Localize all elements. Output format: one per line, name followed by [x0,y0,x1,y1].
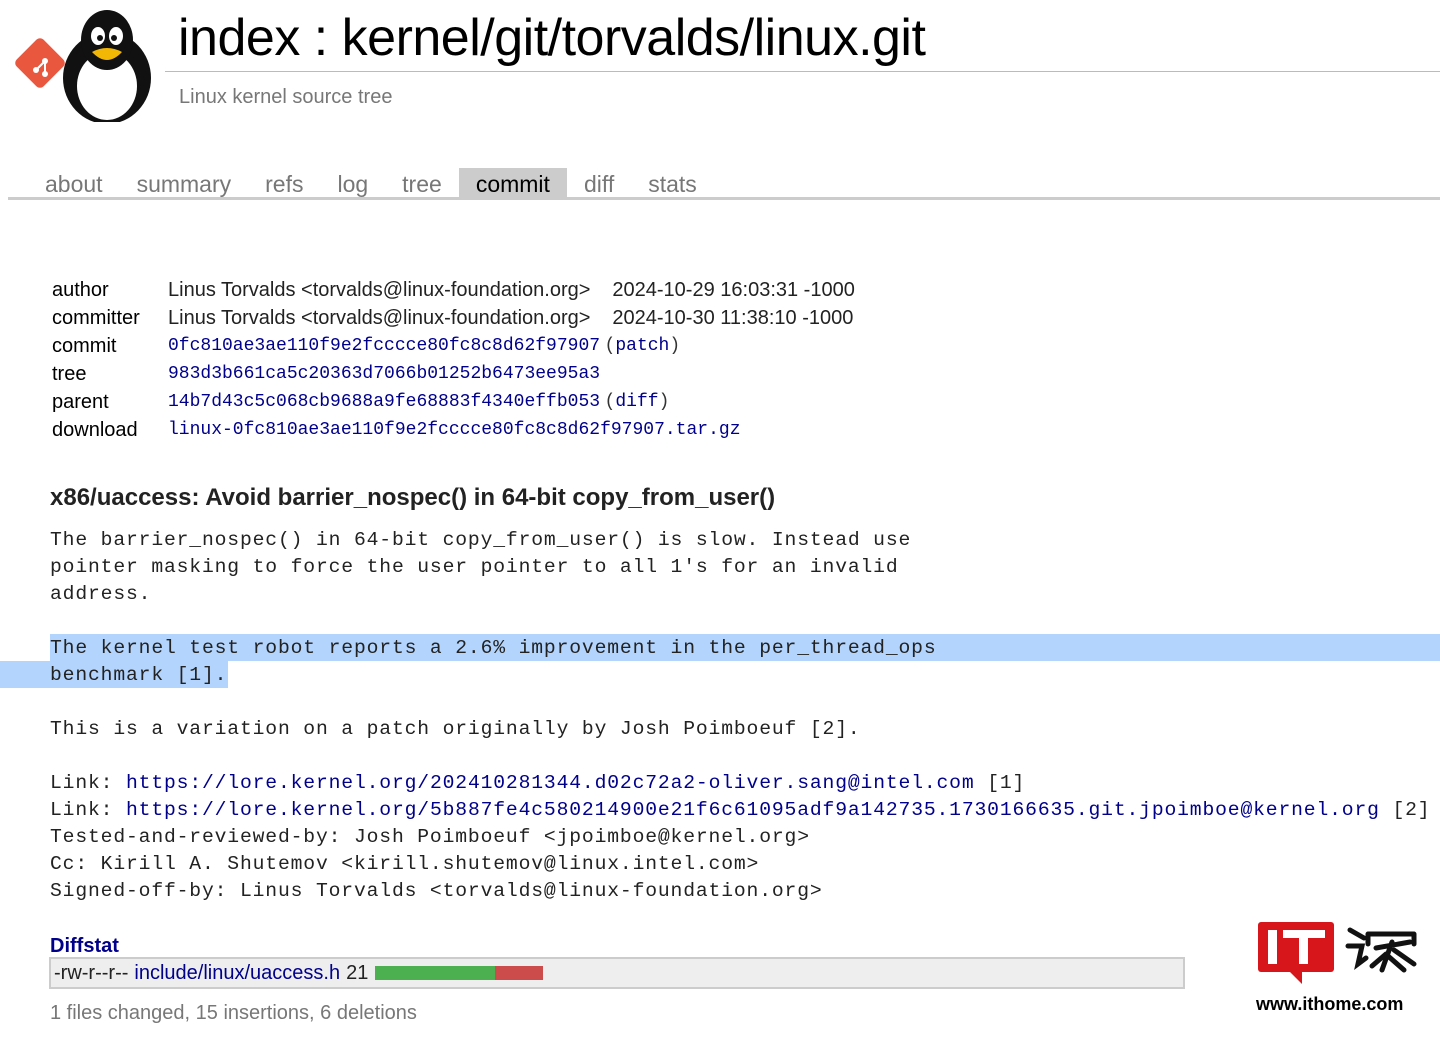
committer-value: Linus Torvalds <torvalds@linux-foundatio… [168,306,591,329]
diff-link[interactable]: diff [615,392,658,412]
link-ref-2: [2] [1379,799,1431,821]
tab-log[interactable]: log [320,168,385,198]
tab-bar: about summary refs log tree commit diff … [28,168,714,198]
tested-by-line: Tested-and-reviewed-by: Josh Poimboeuf <… [50,826,810,848]
commit-row: commit 0fc810ae3ae110f9e2fcccce80fc8c8d6… [52,332,855,360]
cgit-tux-logo[interactable] [12,6,162,122]
committer-row: committer Linus Torvalds <torvalds@linux… [52,304,855,332]
link-prefix: Link: [50,799,126,821]
author-value: Linus Torvalds <torvalds@linux-foundatio… [168,278,591,301]
diff-paren-open: ( [604,392,616,412]
git-diamond-icon [15,38,65,88]
repo-description: Linux kernel source tree [179,86,393,108]
tux-penguin-icon [63,10,151,122]
insertions-bar [375,966,496,980]
download-row: download linux-0fc810ae3ae110f9e2fcccce8… [52,416,855,444]
message-line: The barrier_nospec() in 64-bit copy_from… [50,529,912,551]
download-label: download [52,418,138,441]
tree-sha-link[interactable]: 983d3b661ca5c20363d7066b01252b6473ee95a3 [168,364,600,384]
header-divider [165,71,1440,72]
commit-sha-link[interactable]: 0fc810ae3ae110f9e2fcccce80fc8c8d62f97907 [168,336,600,356]
file-mode: -rw-r--r-- [54,961,129,984]
diffstat-header-link[interactable]: Diffstat [50,935,119,958]
tab-refs[interactable]: refs [248,168,320,198]
link-prefix: Link: [50,772,126,794]
author-row: author Linus Torvalds <torvalds@linux-fo… [52,276,855,304]
author-label: author [52,278,109,301]
parent-label: parent [52,390,109,413]
diffstat-change-count: 21 [346,961,369,984]
commit-info-table: author Linus Torvalds <torvalds@linux-fo… [52,276,855,444]
tab-stats[interactable]: stats [631,168,714,198]
message-line: pointer masking to force the user pointe… [50,556,899,578]
patch-paren-close: ) [669,336,681,356]
patch-link[interactable]: patch [615,336,669,356]
patch-paren-open: ( [604,336,616,356]
diffstat-summary: 1 files changed, 15 insertions, 6 deleti… [50,1002,417,1024]
commit-message: The barrier_nospec() in 64-bit copy_from… [50,527,1430,905]
commit-label: commit [52,334,117,357]
parent-sha-link[interactable]: 14b7d43c5c068cb9688a9fe68883f4340effb053 [168,392,600,412]
message-link-line-1: Link: https://lore.kernel.org/2024102813… [50,770,1430,797]
tree-label: tree [52,362,87,385]
committer-label: committer [52,306,140,329]
message-link-line-2: Link: https://lore.kernel.org/5b887fe4c5… [50,797,1430,824]
diff-paren-close: ) [658,392,670,412]
tab-diff[interactable]: diff [567,168,631,198]
tab-bar-divider [8,197,1440,200]
download-link[interactable]: linux-0fc810ae3ae110f9e2fcccce80fc8c8d62… [168,420,741,440]
lore-link-1[interactable]: https://lore.kernel.org/202410281344.d02… [126,772,975,794]
tree-row: tree 983d3b661ca5c20363d7066b01252b6473e… [52,360,855,388]
tab-summary[interactable]: summary [120,168,249,198]
message-line-selected: The kernel test robot reports a 2.6% imp… [50,637,937,659]
deletions-bar [495,966,544,980]
parent-row: parent 14b7d43c5c068cb9688a9fe68883f4340… [52,388,855,416]
lore-link-2[interactable]: https://lore.kernel.org/5b887fe4c5802149… [126,799,1380,821]
message-line: This is a variation on a patch originall… [50,718,861,740]
commit-subject: x86/uaccess: Avoid barrier_nospec() in 6… [50,484,776,511]
tab-tree[interactable]: tree [385,168,459,198]
diffstat-file-link[interactable]: include/linux/uaccess.h [134,962,340,985]
committer-date: 2024-10-30 11:38:10 -1000 [612,306,854,329]
author-date: 2024-10-29 16:03:31 -1000 [612,278,855,301]
tab-commit[interactable]: commit [458,168,567,198]
cc-line: Cc: Kirill A. Shutemov <kirill.shutemov@… [50,853,760,875]
diffstat-table: -rw-r--r-- include/linux/uaccess.h 21 [49,957,1185,989]
repo-title: index : kernel/git/torvalds/linux.git [178,9,926,67]
tab-about[interactable]: about [28,168,120,198]
diffstat-graph [375,966,544,980]
ithome-url: www.ithome.com [1256,994,1404,1014]
signed-off-line: Signed-off-by: Linus Torvalds <torvalds@… [50,880,823,902]
message-line: address. [50,583,152,605]
message-line-selected: benchmark [1]. [50,664,228,686]
link-ref-1: [1] [974,772,1026,794]
